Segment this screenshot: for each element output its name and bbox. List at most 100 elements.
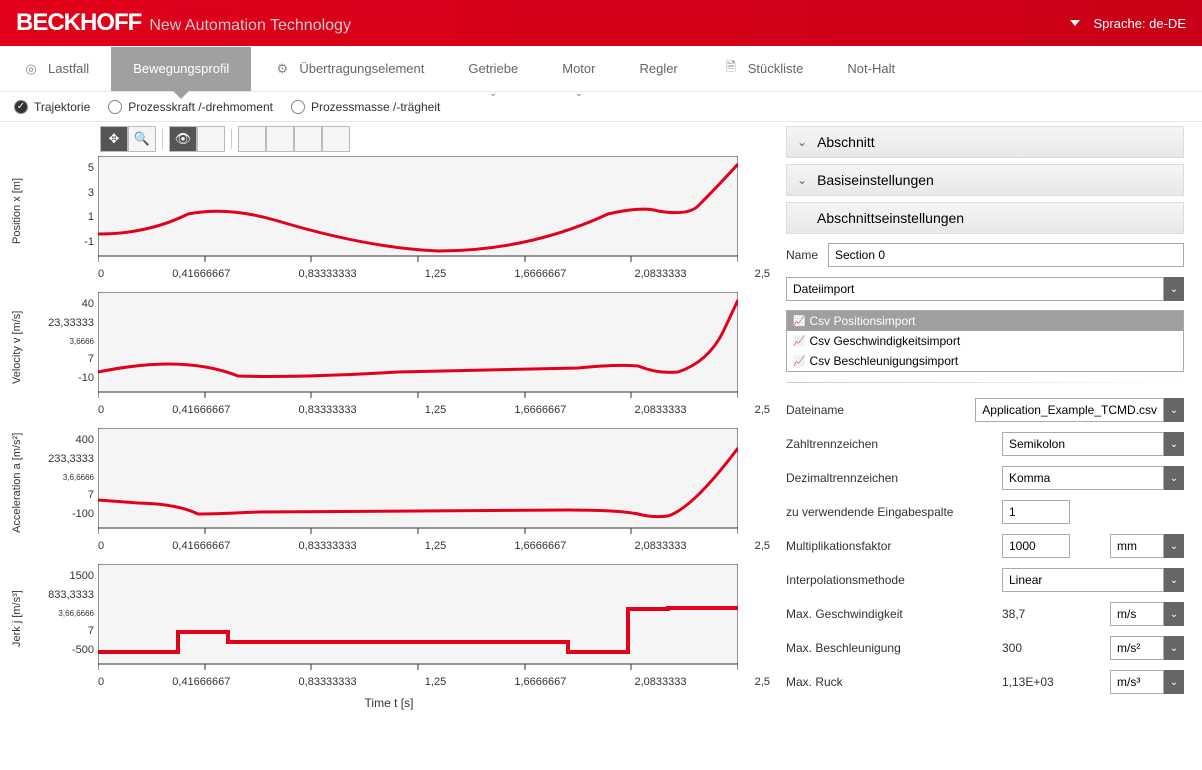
dezimaltrennzeichen-dropdown[interactable]: Komma ⌄ — [1002, 466, 1184, 490]
chevron-down-icon: ⌄ — [1164, 432, 1184, 456]
list-item[interactable]: 📈Csv Beschleunigungsimport — [787, 351, 1183, 371]
layer-button[interactable] — [197, 126, 225, 152]
max-geschwindigkeit-value: 38,7 — [1002, 607, 1070, 621]
y-axis-label: Velocity v [m/s] — [4, 292, 30, 402]
chevron-down-icon — [1070, 20, 1080, 26]
name-input[interactable] — [828, 243, 1184, 267]
tab-nothalt[interactable]: Not-Halt — [825, 47, 917, 91]
chart-line-icon: 📈 — [793, 356, 805, 367]
properties-panel: ⌄ Abschnitt ⌄ Basiseinstellungen Abschni… — [782, 122, 1202, 714]
chevron-down-icon: ⌄ — [1164, 534, 1184, 558]
tab-getriebe[interactable]: Getriebe ⌄ — [446, 47, 540, 91]
chart-line-icon: 📈 — [793, 316, 805, 327]
list-item[interactable]: 📈Csv Geschwindigkeitsimport — [787, 331, 1183, 351]
y-axis-ticks: 5 3 1 -1 — [30, 156, 98, 266]
tab-motor[interactable]: Motor ⌄ — [540, 47, 617, 91]
label-max-geschwindigkeit: Max. Geschwindigkeit — [786, 607, 1002, 621]
max-v-unit-dropdown[interactable]: m/s ⌄ — [1110, 602, 1184, 626]
y-axis-ticks: 40 23,33333 3,6666 7 -10 — [30, 292, 98, 402]
x-axis-ticks: 00,416666670,833333331,251,66666672,0833… — [98, 268, 774, 280]
tool-2-button[interactable] — [266, 126, 294, 152]
charts-panel: ✥ 🔍 👁 Position x [m] 5 3 1 -1 — [0, 122, 782, 714]
weight-icon: ◎ — [22, 61, 40, 77]
separator — [786, 382, 1184, 383]
label-zahltrennzeichen: Zahltrennzeichen — [786, 437, 1002, 451]
y-axis-label: Jerk j [m/s³] — [4, 564, 30, 674]
chevron-down-icon: ⌄ — [1164, 568, 1184, 592]
y-axis-label: Position x [m] — [4, 156, 30, 266]
chevron-down-icon: ⌄ — [177, 88, 185, 99]
label-max-ruck: Max. Ruck — [786, 675, 1002, 689]
tab-bewegungsprofil[interactable]: Bewegungsprofil ⌄ — [111, 47, 251, 91]
interpolation-dropdown[interactable]: Linear ⌄ — [1002, 568, 1184, 592]
accordion-abschnitt[interactable]: ⌄ Abschnitt — [786, 126, 1184, 158]
y-axis-ticks: 400 233,3333 3,6,6666 7 -100 — [30, 428, 98, 538]
separator — [162, 129, 163, 149]
chevron-down-icon: ⌄ — [575, 88, 583, 99]
label-max-beschleunigung: Max. Beschleunigung — [786, 641, 1002, 655]
separator — [231, 129, 232, 149]
radio-prozessmasse[interactable]: Prozessmasse /-trägheit — [291, 100, 440, 114]
jerk-chart[interactable] — [98, 564, 774, 674]
x-axis-label: Time t [s] — [4, 696, 774, 710]
brand-block: BECKHOFF New Automation Technology — [16, 9, 351, 37]
tab-regler[interactable]: Regler — [617, 47, 699, 91]
max-ruck-value: 1,13E+03 — [1002, 675, 1070, 689]
chevron-down-icon: ⌄ — [1164, 602, 1184, 626]
import-type-dropdown[interactable]: Dateiimport ⌄ — [786, 277, 1184, 301]
chevron-down-icon: ⌄ — [489, 88, 497, 99]
main-tabs: ◎ Lastfall Bewegungsprofil ⌄ ⚙ Übertragu… — [0, 46, 1202, 92]
tab-stueckliste[interactable]: 🗎 Stückliste — [700, 47, 826, 91]
chevron-down-icon: ⌄ — [1164, 277, 1184, 301]
max-r-unit-dropdown[interactable]: m/s³ ⌄ — [1110, 670, 1184, 694]
chevron-down-icon: ⌄ — [797, 135, 807, 149]
tab-lastfall[interactable]: ◎ Lastfall — [0, 47, 111, 91]
chevron-down-icon: ⌄ — [1164, 398, 1184, 422]
chevron-down-icon: ⌄ — [1164, 636, 1184, 660]
accordion-basiseinstellungen[interactable]: ⌄ Basiseinstellungen — [786, 164, 1184, 196]
tool-4-button[interactable] — [322, 126, 350, 152]
multiplikationsfaktor-input[interactable] — [1002, 534, 1070, 558]
list-icon: 🗎 — [722, 61, 740, 77]
x-axis-ticks: 00,416666670,833333331,251,66666672,0833… — [98, 540, 774, 552]
eye-button[interactable]: 👁 — [169, 126, 197, 152]
position-chart[interactable] — [98, 156, 774, 266]
label-dezimaltrennzeichen: Dezimaltrennzeichen — [786, 471, 1002, 485]
dateiname-dropdown[interactable]: Application_Example_TCMD.csv ⌄ — [975, 398, 1184, 422]
velocity-chart[interactable] — [98, 292, 774, 402]
radio-trajektorie[interactable]: ✓ Trajektorie — [14, 100, 90, 114]
brand-subtitle: New Automation Technology — [149, 17, 351, 35]
zoom-button[interactable]: 🔍 — [128, 126, 156, 152]
radio-unchecked-icon — [108, 100, 122, 114]
tool-1-button[interactable] — [238, 126, 266, 152]
acceleration-chart[interactable] — [98, 428, 774, 538]
import-options-listbox[interactable]: 📈Csv Positionsimport 📈Csv Geschwindigkei… — [786, 310, 1184, 372]
max-a-unit-dropdown[interactable]: m/s² ⌄ — [1110, 636, 1184, 660]
tab-uebertragung[interactable]: ⚙ Übertragungselement — [251, 47, 446, 91]
chevron-down-icon: ⌄ — [797, 173, 807, 187]
language-selector[interactable]: Sprache: de-DE — [1070, 16, 1187, 31]
gear-icon: ⚙ — [273, 61, 291, 77]
radio-prozesskraft[interactable]: Prozesskraft /-drehmoment — [108, 100, 273, 114]
y-axis-label: Acceleration a [m/s²] — [4, 428, 30, 538]
label-eingabespalte: zu verwendende Eingabespalte — [786, 505, 1002, 519]
zahltrennzeichen-dropdown[interactable]: Semikolon ⌄ — [1002, 432, 1184, 456]
mult-unit-dropdown[interactable]: mm ⌄ — [1110, 534, 1184, 558]
pan-button[interactable]: ✥ — [100, 126, 128, 152]
section-abschnittseinstellungen: Abschnittseinstellungen — [786, 202, 1184, 234]
label-interpolation: Interpolationsmethode — [786, 573, 1002, 587]
list-item[interactable]: 📈Csv Positionsimport — [787, 311, 1183, 331]
eingabespalte-input[interactable] — [1002, 500, 1070, 524]
chevron-down-icon: ⌄ — [1164, 466, 1184, 490]
language-label: Sprache: de-DE — [1094, 16, 1187, 31]
radio-unchecked-icon — [291, 100, 305, 114]
app-header: BECKHOFF New Automation Technology Sprac… — [0, 0, 1202, 46]
chart-toolbar: ✥ 🔍 👁 — [100, 126, 774, 152]
chart-line-icon: 📈 — [793, 336, 805, 347]
radio-checked-icon: ✓ — [14, 100, 28, 114]
chevron-down-icon: ⌄ — [1164, 670, 1184, 694]
tool-3-button[interactable] — [294, 126, 322, 152]
x-axis-ticks: 00,416666670,833333331,251,66666672,0833… — [98, 676, 774, 688]
y-axis-ticks: 1500 833,3333 3,66,6666 7 -500 — [30, 564, 98, 674]
label-dateiname: Dateiname — [786, 403, 975, 417]
